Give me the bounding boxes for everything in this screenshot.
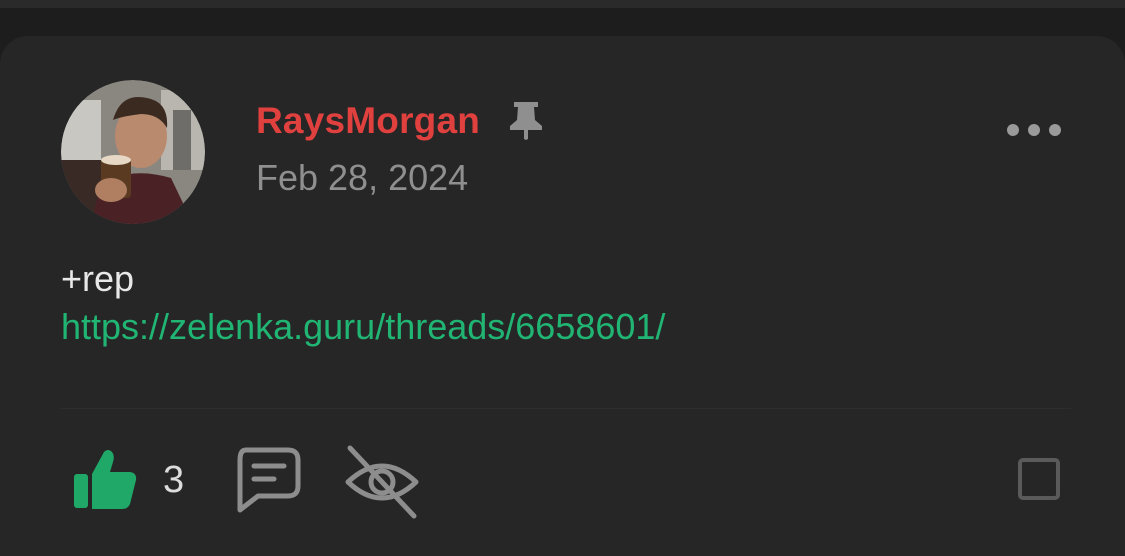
eye-off-icon[interactable] — [344, 444, 420, 520]
post-body-text: +rep — [61, 258, 135, 299]
comment-icon[interactable] — [232, 446, 302, 516]
divider — [61, 408, 1071, 409]
post-card: RaysMorgan Feb 28, 2024 +rep https://zel… — [0, 36, 1125, 556]
post-link[interactable]: https://zelenka.guru/threads/6658601/ — [61, 306, 665, 348]
post-date: Feb 28, 2024 — [256, 157, 469, 198]
avatar[interactable] — [61, 80, 205, 224]
like-count: 3 — [163, 459, 185, 501]
pin-icon — [508, 100, 544, 140]
top-strip — [0, 0, 1125, 8]
thumbs-up-icon[interactable] — [72, 448, 138, 510]
select-checkbox[interactable] — [1018, 458, 1060, 500]
author-username[interactable]: RaysMorgan — [256, 100, 480, 142]
more-options-icon[interactable] — [1004, 118, 1064, 142]
